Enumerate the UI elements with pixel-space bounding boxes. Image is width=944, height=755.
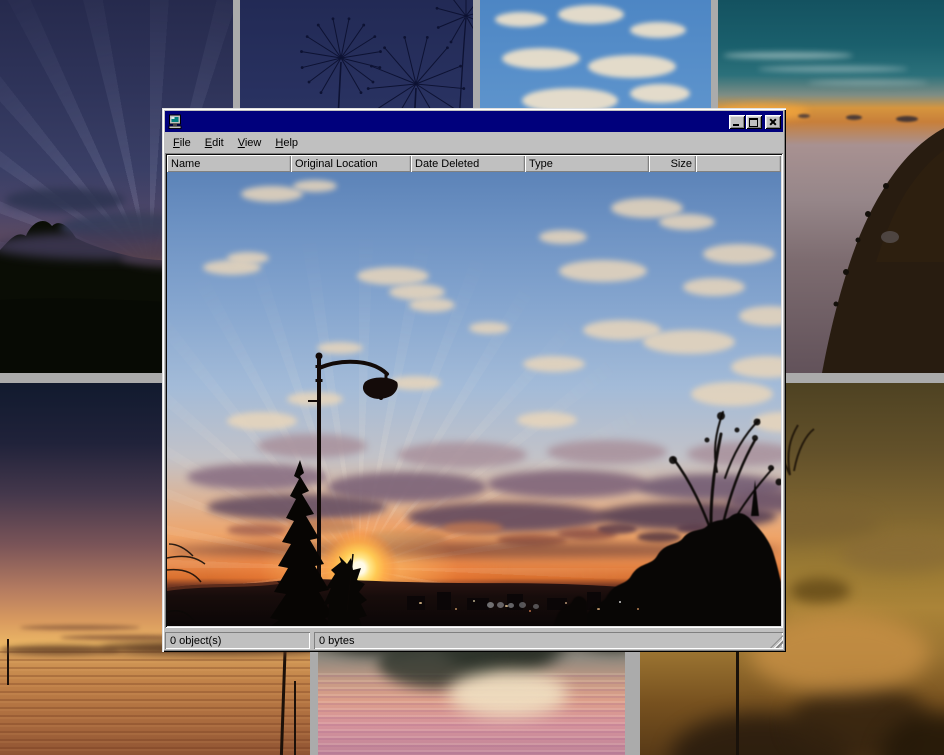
maximize-icon [749, 118, 758, 127]
column-header-size[interactable]: Size [649, 155, 696, 172]
cloud [502, 48, 580, 69]
column-header-date-deleted[interactable]: Date Deleted [411, 155, 525, 172]
menu-help[interactable]: Help [268, 134, 305, 152]
light-dot [565, 602, 567, 604]
close-button[interactable] [765, 115, 781, 129]
status-objects: 0 object(s) [165, 632, 310, 649]
column-header-row: Name Original Location Date Deleted Type… [167, 155, 781, 172]
maximize-button[interactable] [746, 115, 762, 129]
column-header-type[interactable]: Type [525, 155, 649, 172]
light-dot [508, 603, 514, 608]
light-dot [529, 610, 531, 612]
menu-bar: File Edit View Help [165, 132, 783, 153]
water-ripples [0, 651, 310, 755]
close-icon [769, 118, 777, 125]
minimize-button[interactable] [729, 115, 745, 129]
sky-detail [896, 116, 918, 122]
sky-detail [758, 66, 908, 72]
light-dot [487, 602, 494, 608]
shore [0, 645, 120, 655]
cloud [630, 22, 686, 38]
sky-detail [723, 52, 853, 59]
computer-icon [167, 114, 183, 130]
sky-detail [808, 80, 928, 85]
status-bar: 0 object(s) 0 bytes [165, 628, 783, 649]
column-header-filler [696, 155, 781, 172]
minimize-icon [733, 124, 739, 126]
cloud [588, 55, 676, 78]
light-dot [419, 602, 422, 604]
bokeh [790, 578, 850, 604]
light-dot [597, 608, 600, 610]
cloud [558, 5, 624, 24]
column-header-name[interactable]: Name [167, 155, 291, 172]
menu-file[interactable]: File [166, 134, 198, 152]
sky-detail [798, 114, 810, 118]
desktop-wallpaper: File Edit View Help Name Original Locati… [0, 0, 944, 755]
light-dot [619, 601, 621, 603]
menu-view[interactable]: View [231, 134, 269, 152]
light-dot [473, 600, 475, 602]
light-dot [519, 602, 526, 608]
cloud [630, 84, 690, 103]
light-dot [637, 608, 639, 610]
water-pole [7, 639, 9, 685]
shore [20, 625, 140, 630]
wallpaper-showthrough-photo [167, 172, 781, 626]
light-dot [533, 604, 539, 609]
water-pole [294, 681, 296, 755]
list-view[interactable]: Name Original Location Date Deleted Type… [165, 153, 783, 628]
city-lights [167, 172, 781, 626]
sky-detail [846, 115, 862, 120]
status-bytes: 0 bytes [314, 632, 783, 649]
cloud [5, 188, 125, 212]
column-header-original-location[interactable]: Original Location [291, 155, 411, 172]
reflection [448, 671, 568, 717]
recycle-window: File Edit View Help Name Original Locati… [162, 108, 786, 652]
menu-edit[interactable]: Edit [198, 134, 231, 152]
cloud [495, 12, 547, 27]
title-bar[interactable] [165, 111, 783, 132]
light-dot [497, 602, 504, 608]
light-dot [455, 608, 457, 610]
